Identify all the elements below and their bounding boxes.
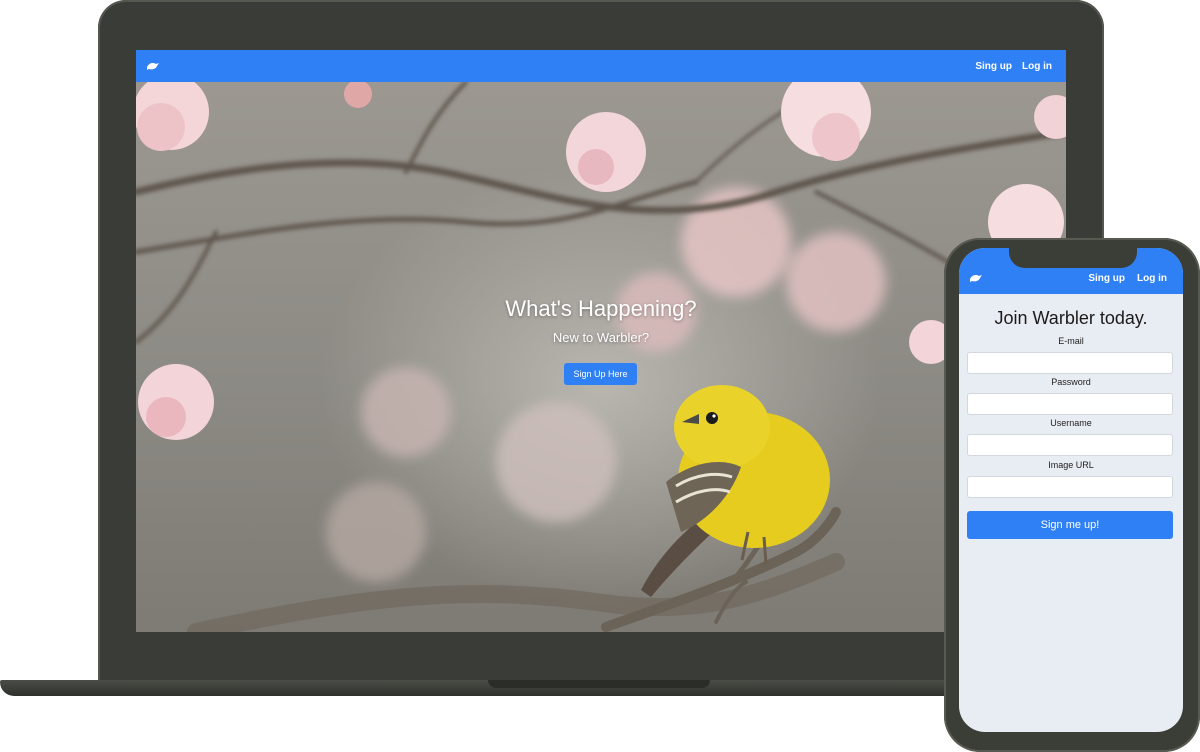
password-label: Password [1051,377,1091,387]
bird-illustration [641,385,830,597]
username-field[interactable] [967,434,1173,456]
signup-link[interactable]: Sing up [975,61,1012,72]
mobile-login-link[interactable]: Log in [1137,273,1167,284]
image-url-field[interactable] [967,476,1173,498]
phone-screen: Sing up Log in Join Warbler today. E-mai… [959,248,1183,732]
password-field[interactable] [967,393,1173,415]
hero-subtitle: New to Warbler? [552,330,650,345]
email-field[interactable] [967,352,1173,374]
login-link[interactable]: Log in [1022,61,1052,72]
desktop-nav-links: Sing up Log in [965,61,1052,72]
sign-me-up-button[interactable]: Sign me up! [967,511,1173,539]
mobile-nav-links: Sing up Log in [1076,273,1167,284]
mobile-signup-link[interactable]: Sing up [1088,273,1125,284]
hero-section: What's Happening? New to Warbler? Sign U… [136,82,1066,632]
signup-here-button[interactable]: Sign Up Here [564,363,637,385]
bird-logo-icon[interactable] [969,273,983,283]
username-label: Username [1050,418,1092,428]
phone-notch [1009,248,1137,268]
bird-logo-icon[interactable] [146,61,160,71]
email-label: E-mail [1058,336,1084,346]
laptop-screen: Sing up Log in What's Happening? New to … [136,50,1066,632]
signup-form-title: Join Warbler today. [994,308,1148,328]
image-url-label: Image URL [1048,460,1094,470]
hero-background-image [136,82,1066,632]
laptop-hinge-notch [488,680,710,688]
desktop-navbar: Sing up Log in [136,50,1066,82]
hero-title: What's Happening? [505,296,697,321]
